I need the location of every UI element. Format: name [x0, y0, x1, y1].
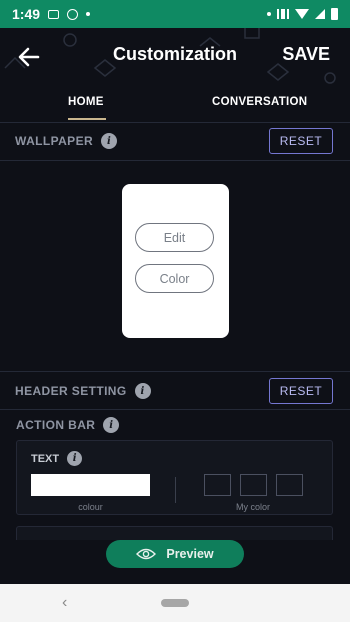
wallpaper-preview: Edit Color: [122, 184, 229, 338]
info-icon[interactable]: i: [101, 133, 118, 149]
preview-label: Preview: [166, 547, 214, 561]
vibrate-icon: [277, 9, 289, 19]
info-icon[interactable]: i: [67, 451, 83, 466]
tab-home[interactable]: HOME: [68, 96, 104, 108]
my-color-swatch-3[interactable]: [276, 474, 303, 496]
divider: [0, 409, 350, 410]
system-nav-bar: ‹: [0, 584, 350, 622]
my-color-caption: My color: [235, 502, 270, 512]
text-setting-header: TEXT i: [31, 451, 83, 466]
wallpaper-section-header: WALLPAPER i: [15, 133, 118, 149]
edit-wallpaper-button[interactable]: Edit: [135, 223, 214, 252]
header-setting-label: HEADER SETTING: [15, 384, 127, 398]
home-pill-button[interactable]: [161, 599, 189, 607]
wallpaper-label: WALLPAPER: [15, 134, 94, 148]
tab-bar: HOME CONVERSATION: [0, 86, 350, 122]
tab-conversation[interactable]: CONVERSATION: [212, 96, 307, 108]
colour-caption: colour: [78, 502, 103, 512]
signal-icon: [315, 9, 325, 19]
divider: [0, 160, 350, 161]
next-settings-panel: [16, 526, 333, 540]
header-setting-reset-button[interactable]: RESET: [269, 378, 333, 404]
more-notifications-icon: [86, 12, 91, 16]
selected-colour-swatch[interactable]: [31, 474, 150, 496]
eye-icon: [136, 548, 157, 560]
chevron-left-icon[interactable]: ‹: [62, 594, 67, 612]
text-label: TEXT: [31, 452, 60, 465]
preview-button[interactable]: Preview: [106, 540, 244, 568]
screen: 1:49 Customization SAVE HOME CONVERSATIO…: [0, 0, 350, 622]
save-button[interactable]: SAVE: [282, 44, 330, 65]
my-color-swatch-1[interactable]: [204, 474, 231, 496]
action-bar-label: ACTION BAR: [16, 418, 96, 432]
alarm-dot-icon: [267, 12, 271, 16]
my-color-swatch-2[interactable]: [240, 474, 267, 496]
action-bar-text-panel: TEXT i colour My color: [16, 440, 333, 515]
wifi-icon: [295, 9, 309, 19]
header-setting-section-header: HEADER SETTING i: [15, 383, 151, 399]
wallpaper-reset-button[interactable]: RESET: [269, 128, 333, 154]
app-header: Customization SAVE: [0, 28, 350, 86]
color-wallpaper-button[interactable]: Color: [135, 264, 214, 293]
divider: [0, 122, 350, 123]
notification-icon: [67, 8, 79, 20]
divider: [0, 371, 350, 372]
info-icon[interactable]: i: [134, 383, 151, 399]
info-icon[interactable]: i: [103, 417, 120, 433]
tab-active-indicator: [68, 118, 106, 120]
message-icon: [48, 9, 60, 19]
vertical-divider: [175, 477, 176, 503]
action-bar-section-header: ACTION BAR i: [16, 417, 120, 433]
status-bar: 1:49: [0, 0, 350, 28]
battery-icon: [331, 8, 338, 20]
status-time: 1:49: [12, 6, 41, 22]
